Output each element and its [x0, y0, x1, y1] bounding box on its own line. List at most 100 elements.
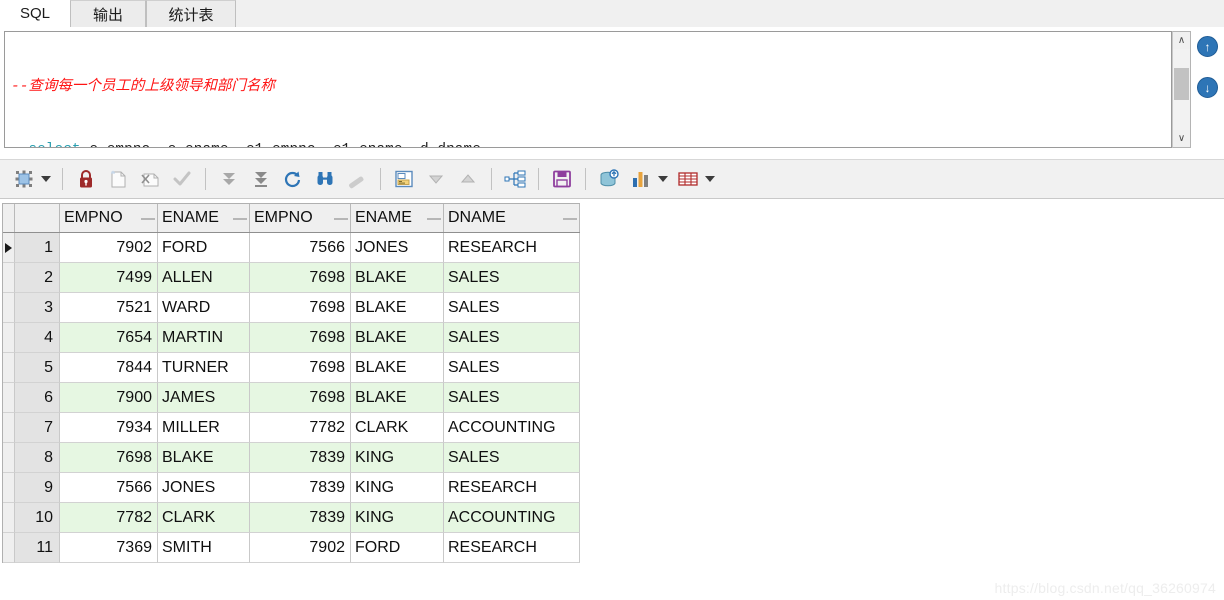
- row-number-cell[interactable]: 11: [15, 533, 60, 563]
- cell-ename-1[interactable]: BLAKE: [158, 443, 250, 473]
- cell-empno-1[interactable]: 7782: [60, 503, 158, 533]
- table-row[interactable]: 5 7844 TURNER 7698 BLAKE SALES: [3, 353, 580, 383]
- select-all-dropdown-caret-icon[interactable]: [41, 176, 51, 182]
- single-record-view-icon[interactable]: [391, 164, 417, 194]
- cell-dname[interactable]: ACCOUNTING: [444, 503, 580, 533]
- cell-empno-1[interactable]: 7844: [60, 353, 158, 383]
- row-number-cell[interactable]: 3: [15, 293, 60, 323]
- row-number-cell[interactable]: 10: [15, 503, 60, 533]
- table-row[interactable]: 1 7902 FORD 7566 JONES RESEARCH: [3, 233, 580, 263]
- cell-dname[interactable]: SALES: [444, 353, 580, 383]
- cell-empno-1[interactable]: 7902: [60, 233, 158, 263]
- cell-empno-1[interactable]: 7521: [60, 293, 158, 323]
- row-indicator-cell[interactable]: [3, 473, 15, 503]
- tab-statistics[interactable]: 统计表: [146, 0, 236, 27]
- cell-ename-2[interactable]: KING: [351, 443, 444, 473]
- row-number-cell[interactable]: 9: [15, 473, 60, 503]
- export-data-icon[interactable]: [596, 164, 622, 194]
- scroll-up-arrow-icon[interactable]: ∧: [1173, 32, 1190, 49]
- column-resize-grip[interactable]: [563, 218, 577, 220]
- cell-ename-1[interactable]: WARD: [158, 293, 250, 323]
- cell-empno-1[interactable]: 7499: [60, 263, 158, 293]
- row-number-cell[interactable]: 7: [15, 413, 60, 443]
- cell-ename-2[interactable]: KING: [351, 473, 444, 503]
- next-statement-button[interactable]: ↓: [1197, 77, 1218, 98]
- cell-ename-2[interactable]: FORD: [351, 533, 444, 563]
- cell-empno-2[interactable]: 7698: [250, 383, 351, 413]
- cell-ename-1[interactable]: MILLER: [158, 413, 250, 443]
- cell-ename-1[interactable]: JONES: [158, 473, 250, 503]
- cell-ename-1[interactable]: JAMES: [158, 383, 250, 413]
- result-grid[interactable]: EMPNO ENAME EMPNO ENAME DNAME 1 7902 FORD 7…: [2, 203, 580, 563]
- cell-empno-2[interactable]: 7698: [250, 323, 351, 353]
- refresh-icon[interactable]: [280, 164, 306, 194]
- cell-ename-1[interactable]: FORD: [158, 233, 250, 263]
- chart-icon[interactable]: [628, 164, 654, 194]
- cell-empno-1[interactable]: 7934: [60, 413, 158, 443]
- explain-plan-icon[interactable]: [502, 164, 528, 194]
- cell-dname[interactable]: RESEARCH: [444, 233, 580, 263]
- cell-empno-1[interactable]: 7698: [60, 443, 158, 473]
- table-row[interactable]: 4 7654 MARTIN 7698 BLAKE SALES: [3, 323, 580, 353]
- column-resize-grip[interactable]: [233, 218, 247, 220]
- cell-empno-2[interactable]: 7839: [250, 503, 351, 533]
- cell-dname[interactable]: SALES: [444, 323, 580, 353]
- cell-ename-1[interactable]: SMITH: [158, 533, 250, 563]
- cell-empno-1[interactable]: 7900: [60, 383, 158, 413]
- column-header-empno-1[interactable]: EMPNO: [60, 204, 158, 232]
- cell-empno-2[interactable]: 7839: [250, 443, 351, 473]
- select-all-icon[interactable]: [11, 164, 37, 194]
- table-row[interactable]: 7 7934 MILLER 7782 CLARK ACCOUNTING: [3, 413, 580, 443]
- row-indicator-cell[interactable]: [3, 383, 15, 413]
- cell-empno-2[interactable]: 7698: [250, 353, 351, 383]
- row-indicator-cell[interactable]: [3, 353, 15, 383]
- previous-statement-button[interactable]: ↑: [1197, 36, 1218, 57]
- row-indicator-cell[interactable]: [3, 533, 15, 563]
- cell-ename-2[interactable]: BLAKE: [351, 323, 444, 353]
- row-number-cell[interactable]: 2: [15, 263, 60, 293]
- cell-empno-1[interactable]: 7566: [60, 473, 158, 503]
- row-number-cell[interactable]: 6: [15, 383, 60, 413]
- column-resize-grip[interactable]: [334, 218, 348, 220]
- row-indicator-cell[interactable]: [3, 233, 15, 263]
- cell-ename-1[interactable]: ALLEN: [158, 263, 250, 293]
- row-number-cell[interactable]: 5: [15, 353, 60, 383]
- fetch-next-page-icon[interactable]: [216, 164, 242, 194]
- cell-empno-1[interactable]: 7369: [60, 533, 158, 563]
- row-indicator-cell[interactable]: [3, 503, 15, 533]
- cell-dname[interactable]: SALES: [444, 443, 580, 473]
- cell-ename-2[interactable]: CLARK: [351, 413, 444, 443]
- row-number-cell[interactable]: 8: [15, 443, 60, 473]
- cell-ename-2[interactable]: BLAKE: [351, 353, 444, 383]
- cell-ename-1[interactable]: CLARK: [158, 503, 250, 533]
- column-resize-grip[interactable]: [427, 218, 441, 220]
- chart-dropdown-caret-icon[interactable]: [658, 176, 668, 182]
- row-indicator-cell[interactable]: [3, 293, 15, 323]
- table-row[interactable]: 9 7566 JONES 7839 KING RESEARCH: [3, 473, 580, 503]
- sql-editor[interactable]: --查询每一个员工的上级领导和部门名称 select e.empno, e.en…: [4, 31, 1172, 148]
- row-number-cell[interactable]: 4: [15, 323, 60, 353]
- cell-ename-2[interactable]: JONES: [351, 233, 444, 263]
- cell-empno-2[interactable]: 7782: [250, 413, 351, 443]
- cell-ename-2[interactable]: BLAKE: [351, 263, 444, 293]
- row-indicator-cell[interactable]: [3, 413, 15, 443]
- column-resize-grip[interactable]: [141, 218, 155, 220]
- table-row[interactable]: 8 7698 BLAKE 7839 KING SALES: [3, 443, 580, 473]
- table-row[interactable]: 10 7782 CLARK 7839 KING ACCOUNTING: [3, 503, 580, 533]
- cell-ename-2[interactable]: BLAKE: [351, 293, 444, 323]
- cell-dname[interactable]: SALES: [444, 293, 580, 323]
- row-indicator-cell[interactable]: [3, 263, 15, 293]
- cell-dname[interactable]: ACCOUNTING: [444, 413, 580, 443]
- column-header-ename-1[interactable]: ENAME: [158, 204, 250, 232]
- find-binoculars-icon[interactable]: [312, 164, 338, 194]
- row-indicator-cell[interactable]: [3, 323, 15, 353]
- cell-ename-2[interactable]: KING: [351, 503, 444, 533]
- grid-layout-dropdown-caret-icon[interactable]: [705, 176, 715, 182]
- editor-vertical-scrollbar[interactable]: ∧ ∨: [1172, 31, 1191, 148]
- cell-empno-2[interactable]: 7566: [250, 233, 351, 263]
- column-header-dname[interactable]: DNAME: [444, 204, 580, 232]
- cell-ename-1[interactable]: MARTIN: [158, 323, 250, 353]
- row-indicator-cell[interactable]: [3, 443, 15, 473]
- table-row[interactable]: 6 7900 JAMES 7698 BLAKE SALES: [3, 383, 580, 413]
- row-number-cell[interactable]: 1: [15, 233, 60, 263]
